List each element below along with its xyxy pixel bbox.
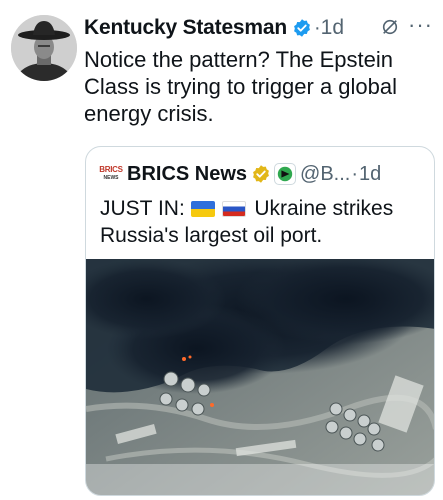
avatar[interactable] [11,15,77,81]
russia-flag-icon [222,201,247,217]
tweet[interactable]: Kentucky Statesman · 1d ··· Notice the p… [0,0,443,500]
satellite-image[interactable] [86,254,434,495]
cowboy-avatar-image [11,15,77,81]
quote-separator: · [351,162,359,185]
brics-news-avatar[interactable]: BRICS NEWS [99,165,123,183]
quote-header: BRICS NEWS BRICS News @B... · 1d [99,161,381,187]
separator: · [313,16,321,39]
tweet-text: Notice the pattern? The Epstein Class is… [84,47,398,126]
affiliate-badge-icon [274,163,297,185]
gold-verified-badge-icon [251,164,271,184]
quote-author-name[interactable]: BRICS News [127,163,247,186]
tweet-header: Kentucky Statesman · 1d ··· [84,14,439,42]
verified-badge-icon [292,18,312,38]
grok-icon[interactable] [381,18,399,36]
timestamp[interactable]: 1d [321,16,344,40]
quote-text: JUST IN: Ukraine strikes Russia's larges… [100,195,420,249]
ukraine-flag-icon [190,201,215,217]
author-name[interactable]: Kentucky Statesman [84,16,287,40]
more-options-icon[interactable]: ··· [408,14,433,36]
quote-text-prefix: JUST IN: [100,197,185,220]
quote-handle[interactable]: @B... [300,163,350,186]
quoted-tweet[interactable]: BRICS NEWS BRICS News @B... · 1d JUST IN… [85,146,435,496]
quote-timestamp[interactable]: 1d [359,163,381,186]
